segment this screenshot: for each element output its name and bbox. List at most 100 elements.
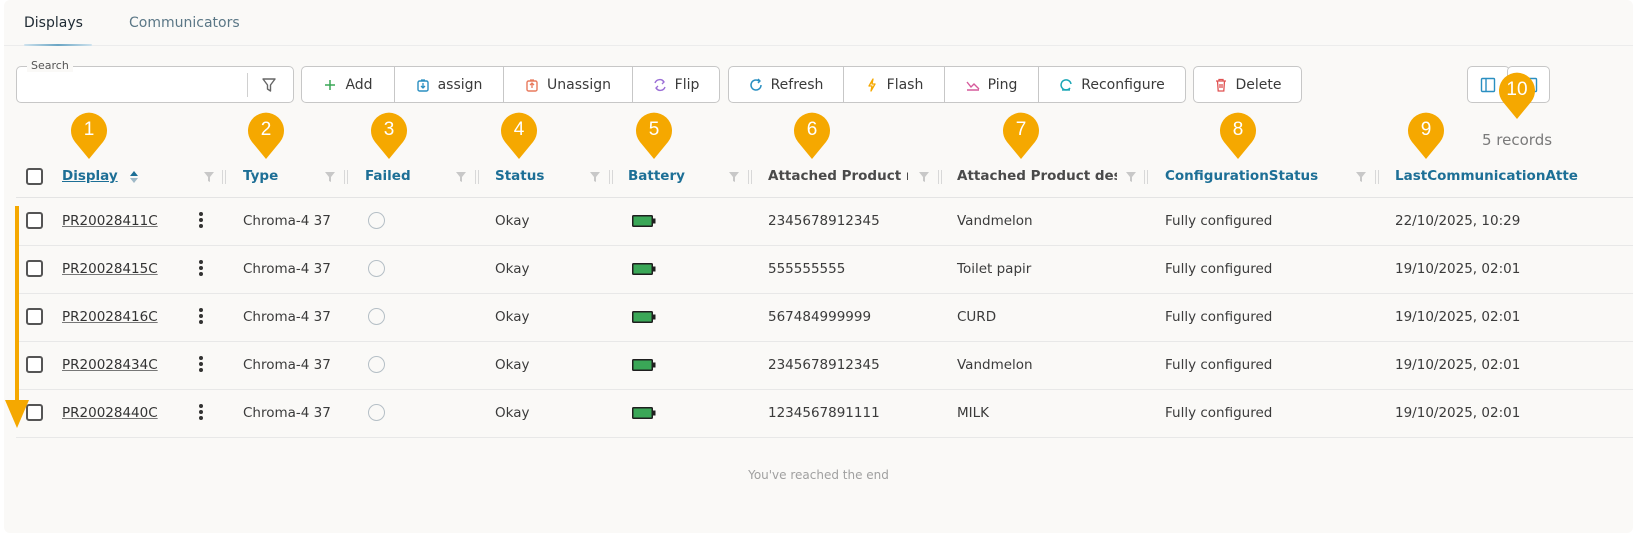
failed-indicator-icon bbox=[368, 308, 385, 325]
sort-icon[interactable] bbox=[129, 170, 139, 184]
column-header-type[interactable]: Type bbox=[243, 168, 278, 184]
battery-full-icon bbox=[632, 263, 656, 275]
battery-filter-icon[interactable] bbox=[728, 171, 740, 183]
annotation-number: 1 bbox=[83, 119, 95, 140]
column-resizer[interactable] bbox=[475, 170, 479, 184]
last-communication-cell: 19/10/2025, 02:01 bbox=[1395, 309, 1521, 325]
flip-button[interactable]: Flip bbox=[633, 67, 719, 102]
display-id-link[interactable]: PR20028434C bbox=[62, 357, 158, 373]
row-actions-menu-icon[interactable] bbox=[198, 404, 204, 422]
column-header-last-communication[interactable]: LastCommunicationAtte bbox=[1395, 168, 1633, 184]
battery-full-icon bbox=[632, 407, 656, 419]
search-divider bbox=[247, 73, 248, 97]
column-header-configuration-status[interactable]: ConfigurationStatus bbox=[1165, 168, 1318, 184]
refresh-button[interactable]: Refresh bbox=[729, 67, 844, 102]
battery-full-icon bbox=[632, 311, 656, 323]
row-actions-menu-icon[interactable] bbox=[198, 308, 204, 326]
attached-product-desc-cell: Vandmelon bbox=[957, 357, 1033, 373]
annotation-number: 4 bbox=[513, 119, 525, 140]
end-of-list-text: You've reached the end bbox=[748, 468, 889, 482]
status-filter-icon[interactable] bbox=[589, 171, 601, 183]
attached-product-desc-cell: CURD bbox=[957, 309, 997, 325]
column-header-attached-product-desc[interactable]: Attached Product desc bbox=[957, 168, 1117, 184]
flash-button[interactable]: Flash bbox=[844, 67, 945, 102]
failed-indicator-icon bbox=[368, 212, 385, 229]
column-resizer[interactable] bbox=[748, 170, 752, 184]
battery-full-icon bbox=[632, 215, 656, 227]
unassign-button[interactable]: Unassign bbox=[504, 67, 633, 102]
tab-bar: Displays Communicators bbox=[4, 0, 1633, 46]
battery-full-icon bbox=[632, 359, 656, 371]
select-all-checkbox[interactable] bbox=[26, 168, 43, 185]
last-communication-cell: 22/10/2025, 10:29 bbox=[1395, 213, 1521, 229]
filter-icon[interactable] bbox=[261, 77, 277, 93]
flash-button-label: Flash bbox=[886, 76, 924, 93]
display-filter-icon[interactable] bbox=[203, 171, 215, 183]
column-resizer[interactable] bbox=[938, 170, 942, 184]
type-cell: Chroma-4 37 bbox=[243, 357, 331, 373]
table-row[interactable]: PR20028440C Chroma-4 37 Okay 12345678911… bbox=[16, 390, 1633, 438]
row-actions-menu-icon[interactable] bbox=[198, 212, 204, 230]
records-count: 5 records bbox=[1482, 131, 1553, 149]
assign-button-label: assign bbox=[437, 76, 483, 93]
attached-product-desc-cell: Toilet papir bbox=[957, 261, 1032, 277]
add-button[interactable]: Add bbox=[302, 67, 395, 102]
annotation-marker: 3 bbox=[369, 110, 409, 160]
column-resizer[interactable] bbox=[609, 170, 613, 184]
display-id-link[interactable]: PR20028440C bbox=[62, 405, 158, 421]
status-cell: Okay bbox=[495, 213, 530, 229]
assign-button-group: Add assign Unassign Flip bbox=[301, 66, 720, 103]
annotation-marker: 2 bbox=[246, 110, 286, 160]
failed-indicator-icon bbox=[368, 404, 385, 421]
config-filter-icon[interactable] bbox=[1355, 171, 1367, 183]
app-window: Displays Communicators Search Add assign… bbox=[4, 0, 1633, 533]
configuration-status-cell: Fully configured bbox=[1165, 213, 1273, 229]
status-cell: Okay bbox=[495, 261, 530, 277]
display-id-link[interactable]: PR20028416C bbox=[62, 309, 158, 325]
annotation-number: 5 bbox=[648, 119, 660, 140]
attached-nr-filter-icon[interactable] bbox=[918, 171, 930, 183]
type-filter-icon[interactable] bbox=[324, 171, 336, 183]
status-cell: Okay bbox=[495, 357, 530, 373]
active-tab-indicator bbox=[24, 44, 92, 46]
column-resizer[interactable] bbox=[1375, 170, 1379, 184]
reconfigure-button[interactable]: Reconfigure bbox=[1039, 67, 1185, 102]
table-row[interactable]: PR20028434C Chroma-4 37 Okay 23456789123… bbox=[16, 342, 1633, 390]
annotation-number: 9 bbox=[1420, 119, 1432, 140]
table-row[interactable]: PR20028415C Chroma-4 37 Okay 555555555 T… bbox=[16, 246, 1633, 294]
status-cell: Okay bbox=[495, 309, 530, 325]
column-resizer[interactable] bbox=[1144, 170, 1148, 184]
column-header-display[interactable]: Display bbox=[62, 168, 118, 184]
annotation-number: 2 bbox=[260, 119, 272, 140]
search-input[interactable] bbox=[25, 75, 245, 95]
failed-filter-icon[interactable] bbox=[455, 171, 467, 183]
reconfigure-button-label: Reconfigure bbox=[1081, 76, 1165, 93]
tab-displays[interactable]: Displays bbox=[24, 15, 83, 31]
tab-communicators[interactable]: Communicators bbox=[129, 15, 240, 31]
attached-product-nr-cell: 1234567891111 bbox=[768, 405, 880, 421]
attached-desc-filter-icon[interactable] bbox=[1125, 171, 1137, 183]
column-resizer[interactable] bbox=[344, 170, 348, 184]
configuration-status-cell: Fully configured bbox=[1165, 405, 1273, 421]
table-row[interactable]: PR20028416C Chroma-4 37 Okay 56748499999… bbox=[16, 294, 1633, 342]
attached-product-nr-cell: 2345678912345 bbox=[768, 357, 880, 373]
column-header-battery[interactable]: Battery bbox=[628, 168, 685, 184]
assign-button[interactable]: assign bbox=[395, 67, 504, 102]
table-row[interactable]: PR20028411C Chroma-4 37 Okay 23456789123… bbox=[16, 198, 1633, 246]
annotation-number: 8 bbox=[1232, 119, 1244, 140]
column-header-status[interactable]: Status bbox=[495, 168, 544, 184]
display-id-link[interactable]: PR20028411C bbox=[62, 213, 158, 229]
row-actions-menu-icon[interactable] bbox=[198, 260, 204, 278]
ping-button-label: Ping bbox=[987, 76, 1018, 93]
column-header-failed[interactable]: Failed bbox=[365, 168, 411, 184]
column-header-attached-product-nr[interactable]: Attached Product nr bbox=[768, 168, 908, 184]
delete-button[interactable]: Delete bbox=[1194, 67, 1301, 102]
failed-indicator-icon bbox=[368, 356, 385, 373]
display-id-link[interactable]: PR20028415C bbox=[62, 261, 158, 277]
column-resizer[interactable] bbox=[222, 170, 226, 184]
annotation-marker: 5 bbox=[634, 110, 674, 160]
row-actions-menu-icon[interactable] bbox=[198, 356, 204, 374]
attached-product-nr-cell: 567484999999 bbox=[768, 309, 872, 325]
annotation-marker: 6 bbox=[792, 110, 832, 160]
ping-button[interactable]: Ping bbox=[945, 67, 1039, 102]
